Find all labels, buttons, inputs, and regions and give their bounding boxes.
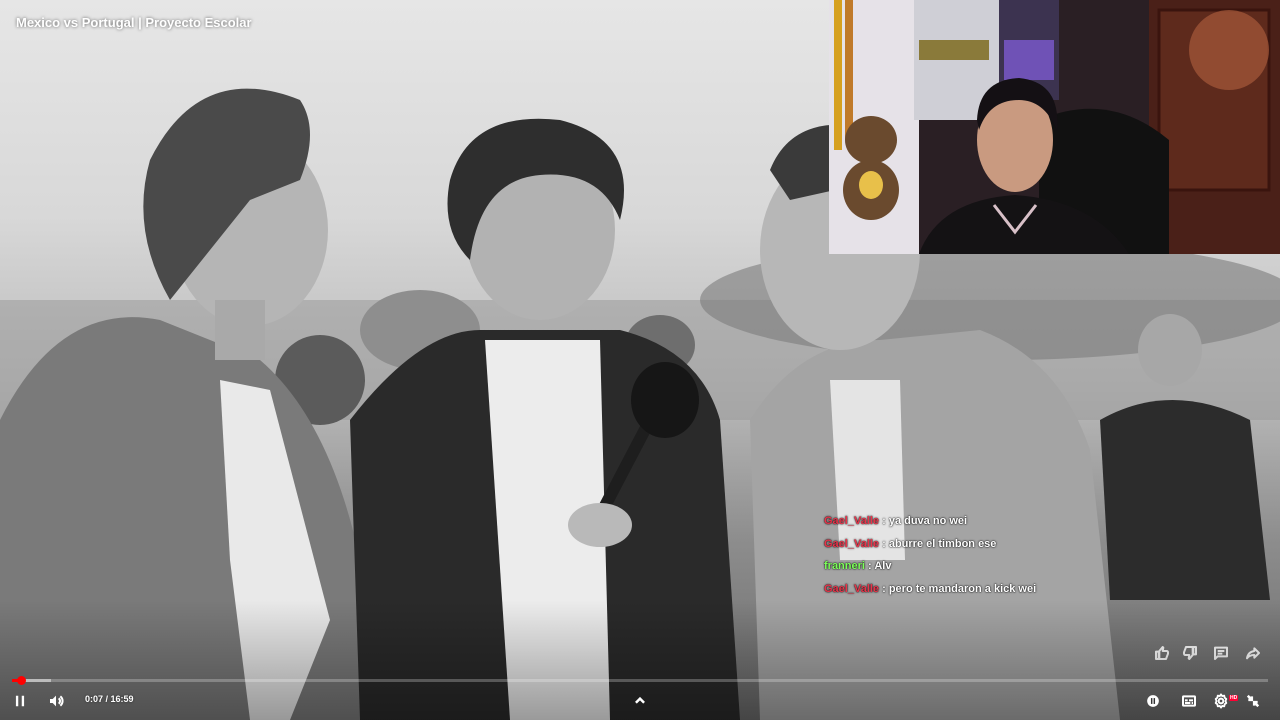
settings-button[interactable] xyxy=(1207,687,1235,715)
chat-separator: : xyxy=(879,515,889,527)
subtitles-button[interactable] xyxy=(1175,687,1203,715)
chat-message: Gael_Valle : aburre el timbon ese xyxy=(824,537,1124,560)
autoplay-toggle[interactable] xyxy=(1139,687,1167,715)
chat-separator: : xyxy=(864,560,875,572)
chat-text: ya duva no wei xyxy=(888,515,968,527)
pause-icon xyxy=(15,695,25,707)
chevron-up-icon xyxy=(633,694,647,708)
webcam-feed-illustration xyxy=(829,0,1280,254)
progress-bar[interactable] xyxy=(12,676,1268,685)
chat-text: aburre el timbon ese xyxy=(888,537,997,550)
chat-message: franneri : Alv xyxy=(824,559,1124,582)
current-time: 0:07 xyxy=(85,694,104,704)
volume-icon xyxy=(50,695,64,707)
gear-icon xyxy=(1213,693,1229,709)
autoplay-toggle-icon xyxy=(1147,695,1159,707)
chat-text: Alv xyxy=(874,560,892,572)
progress-scrubber-handle[interactable] xyxy=(16,676,26,685)
chat-username[interactable]: Gael_Valle xyxy=(824,583,879,595)
webcam-overlay xyxy=(829,0,1280,254)
volume-button[interactable] xyxy=(42,687,70,715)
chat-message: Gael_Valle : ya duva no wei xyxy=(824,514,1124,537)
chat-separator: : xyxy=(879,582,889,595)
duration: 16:59 xyxy=(110,694,134,704)
time-display: 0:07 / 16:59 xyxy=(85,694,134,704)
play-pause-button[interactable] xyxy=(6,687,34,715)
video-player[interactable]: Mexico vs Portugal | Proyecto Escolar Ga… xyxy=(0,0,1280,720)
chat-username[interactable]: Gael_Valle xyxy=(824,538,879,550)
chat-separator: : xyxy=(879,537,889,550)
subtitles-icon xyxy=(1181,693,1197,709)
exit-fullscreen-button[interactable] xyxy=(1239,687,1267,715)
time-separator: / xyxy=(103,694,111,704)
quality-badge: HD xyxy=(1229,695,1239,701)
chat-overlay: Gael_Valle : ya duva no wei Gael_Valle :… xyxy=(824,514,1124,604)
exit-fullscreen-icon xyxy=(1246,694,1260,708)
chat-text: pero te mandaron a kick wei xyxy=(888,582,1037,595)
chat-username[interactable]: Gael_Valle xyxy=(824,515,879,527)
video-title[interactable]: Mexico vs Portugal | Proyecto Escolar xyxy=(16,15,252,30)
chat-username[interactable]: franneri xyxy=(824,560,865,572)
expand-description-button[interactable] xyxy=(626,687,654,715)
